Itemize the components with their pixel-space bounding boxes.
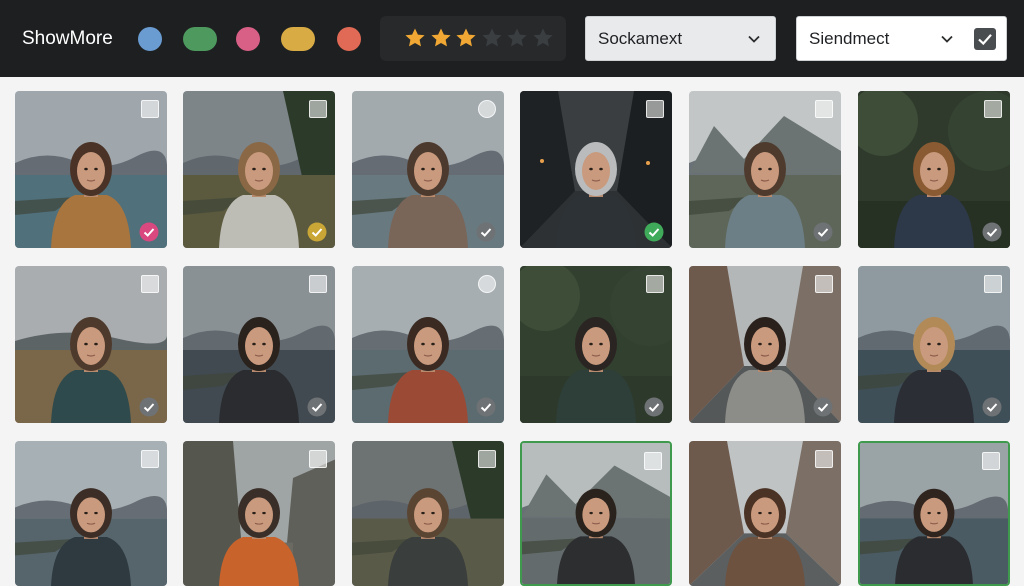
chevron-down-icon: [940, 32, 954, 46]
star-icon[interactable]: [455, 27, 477, 49]
check-icon[interactable]: [813, 397, 833, 417]
photo-tile[interactable]: [858, 91, 1010, 248]
photo-tile[interactable]: [352, 266, 504, 423]
check-icon[interactable]: [982, 222, 1002, 242]
select-all-checkbox[interactable]: [974, 28, 996, 50]
check-icon[interactable]: [307, 222, 327, 242]
photo-tile[interactable]: [183, 266, 335, 423]
check-icon[interactable]: [644, 222, 664, 242]
photo-tile[interactable]: [183, 91, 335, 248]
check-icon[interactable]: [476, 397, 496, 417]
star-icon[interactable]: [506, 27, 528, 49]
select-checkbox[interactable]: [478, 450, 496, 468]
photo-tile[interactable]: [520, 91, 672, 248]
color-filter-blue[interactable]: [138, 27, 162, 51]
check-icon[interactable]: [982, 397, 1002, 417]
check-icon[interactable]: [476, 222, 496, 242]
check-icon[interactable]: [139, 397, 159, 417]
star-icon[interactable]: [481, 27, 503, 49]
photo-tile[interactable]: [352, 441, 504, 586]
color-filter-yellow[interactable]: [281, 27, 315, 51]
select-checkbox[interactable]: [646, 275, 664, 293]
sort-select[interactable]: Sockamext: [585, 16, 776, 61]
photo-tile[interactable]: [689, 91, 841, 248]
select-checkbox[interactable]: [309, 100, 327, 118]
photo-tile[interactable]: [689, 441, 841, 586]
chevron-down-icon: [747, 32, 761, 46]
select-checkbox[interactable]: [478, 275, 496, 293]
check-icon[interactable]: [307, 397, 327, 417]
color-filter-green[interactable]: [183, 27, 217, 51]
select-checkbox[interactable]: [141, 275, 159, 293]
select-checkbox[interactable]: [309, 450, 327, 468]
app-title: ShowMore: [22, 28, 113, 49]
photo-tile[interactable]: [858, 441, 1010, 586]
star-icon[interactable]: [532, 27, 554, 49]
photo-tile[interactable]: [15, 266, 167, 423]
photo-tile[interactable]: [689, 266, 841, 423]
select-checkbox[interactable]: [815, 450, 833, 468]
photo-tile[interactable]: [520, 441, 672, 586]
select-checkbox[interactable]: [644, 452, 662, 470]
photo-tile[interactable]: [520, 266, 672, 423]
top-toolbar: ShowMore Sockamext Siendmect: [0, 0, 1024, 77]
color-filter-pink[interactable]: [236, 27, 260, 51]
select-checkbox[interactable]: [984, 275, 1002, 293]
secondary-select-value: Siendmect: [809, 29, 890, 48]
secondary-select[interactable]: Siendmect: [796, 16, 1007, 61]
rating-filter[interactable]: [380, 16, 566, 61]
select-checkbox[interactable]: [982, 452, 1000, 470]
sort-select-value: Sockamext: [598, 29, 683, 48]
star-icon[interactable]: [404, 27, 426, 49]
star-icon[interactable]: [430, 27, 452, 49]
check-icon[interactable]: [139, 222, 159, 242]
photo-tile[interactable]: [183, 441, 335, 586]
select-checkbox[interactable]: [984, 100, 1002, 118]
check-icon[interactable]: [644, 397, 664, 417]
photo-tile[interactable]: [15, 441, 167, 586]
photo-tile[interactable]: [858, 266, 1010, 423]
select-checkbox[interactable]: [815, 275, 833, 293]
select-checkbox[interactable]: [141, 450, 159, 468]
photo-tile[interactable]: [15, 91, 167, 248]
photo-tile[interactable]: [352, 91, 504, 248]
check-icon[interactable]: [813, 222, 833, 242]
select-checkbox[interactable]: [141, 100, 159, 118]
color-filter-orange[interactable]: [337, 27, 361, 51]
select-checkbox[interactable]: [309, 275, 327, 293]
select-checkbox[interactable]: [478, 100, 496, 118]
select-checkbox[interactable]: [815, 100, 833, 118]
select-checkbox[interactable]: [646, 100, 664, 118]
